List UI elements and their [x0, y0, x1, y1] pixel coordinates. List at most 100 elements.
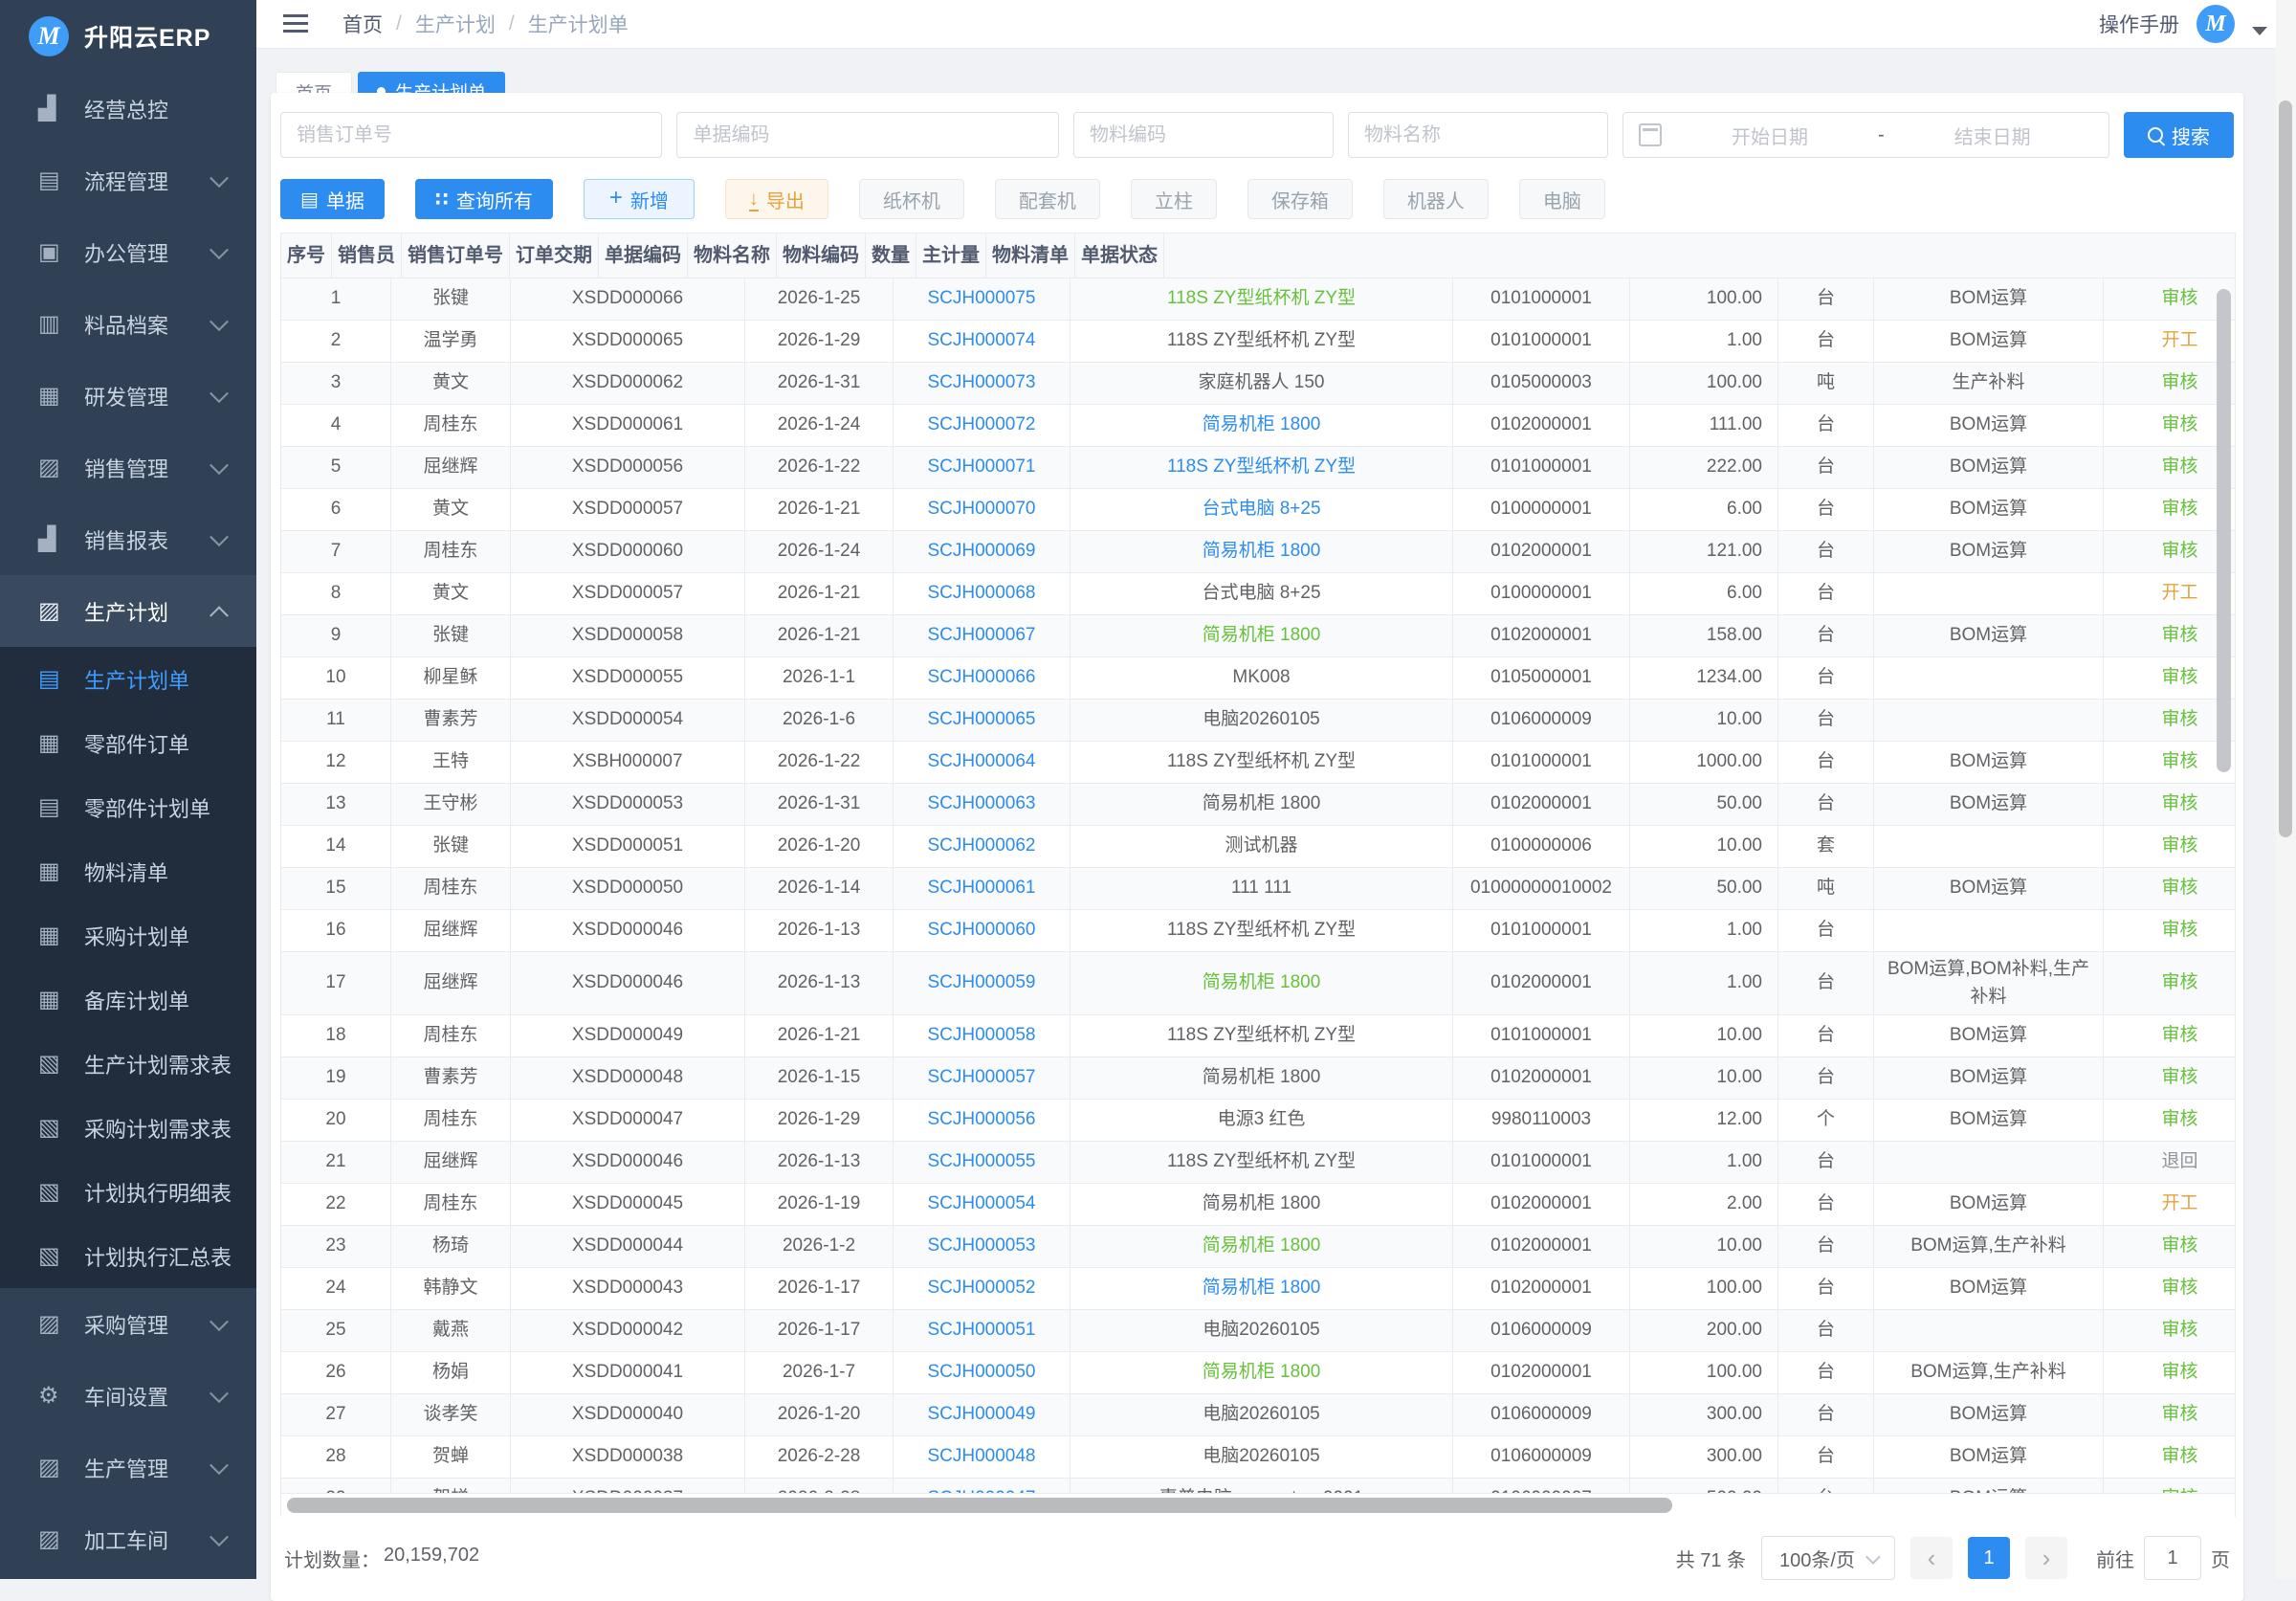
sidebar-item[interactable]: 经营总控 — [0, 73, 256, 145]
sidebar-subitem[interactable]: 备库计划单 — [0, 967, 256, 1032]
cell-material-name: 118S ZY型纸杯机 ZY型 — [1071, 447, 1453, 488]
page-size-select[interactable]: 100条/页 — [1761, 1536, 1895, 1580]
doc-code-link[interactable]: SCJH000067 — [927, 622, 1035, 650]
cell-material-name: 简易机柜 1800 — [1071, 405, 1453, 446]
table-horizontal-scrollbar-thumb[interactable] — [287, 1498, 1672, 1513]
cell-sales-order: XSDD000049 — [511, 1015, 745, 1056]
doc-code-link[interactable]: SCJH000063 — [927, 790, 1035, 818]
sidebar-item[interactable]: 办公管理 — [0, 216, 256, 288]
doc-code-link[interactable]: SCJH000072 — [927, 411, 1035, 439]
doc-code-link[interactable]: SCJH000061 — [927, 875, 1035, 902]
sidebar-item[interactable]: 采购管理 — [0, 1288, 256, 1360]
sidebar-subitem[interactable]: 采购计划单 — [0, 903, 256, 967]
doc-code-link[interactable]: SCJH000055 — [927, 1148, 1035, 1176]
current-page-button[interactable]: 1 — [1968, 1537, 2010, 1579]
doc-code-link[interactable]: SCJH000048 — [927, 1443, 1035, 1471]
toolbar-button[interactable]: 配套机 — [995, 179, 1100, 219]
doc-code-link[interactable]: SCJH000057 — [927, 1064, 1035, 1092]
toolbar-button[interactable]: 纸杯机 — [859, 179, 964, 219]
next-page-button[interactable]: › — [2025, 1537, 2067, 1579]
toolbar-button[interactable]: 电脑 — [1519, 179, 1605, 219]
sidebar-subitem[interactable]: 零部件计划单 — [0, 775, 256, 839]
toolbar-button[interactable]: 查询所有 — [415, 179, 553, 219]
manual-link[interactable]: 操作手册 — [2099, 10, 2179, 38]
avatar[interactable]: M — [2197, 5, 2235, 43]
sidebar-subitem[interactable]: 生产计划需求表 — [0, 1032, 256, 1096]
doc-code-link[interactable]: SCJH000060 — [927, 917, 1035, 945]
table-row: 24 韩静文 XSDD000043 2026-1-17 SCJH000052 简… — [281, 1268, 2236, 1310]
toolbar-button[interactable]: 立柱 — [1131, 179, 1217, 219]
doc-code-link[interactable]: SCJH000075 — [927, 285, 1035, 313]
page-scrollbar-thumb[interactable] — [2279, 100, 2292, 837]
doc-code-link[interactable]: SCJH000050 — [927, 1359, 1035, 1387]
cell-sales-order: XSDD000056 — [511, 447, 745, 488]
user-dropdown-caret-icon[interactable] — [2252, 27, 2267, 35]
sidebar-item[interactable]: 生产管理 — [0, 1432, 256, 1503]
doc-code-link[interactable]: SCJH000066 — [927, 664, 1035, 692]
doc-code-link[interactable]: SCJH000049 — [927, 1401, 1035, 1429]
cell-material-name: MK008 — [1071, 657, 1453, 699]
sidebar-item[interactable]: 加工车间 — [0, 1503, 256, 1575]
cell-index: 5 — [281, 447, 391, 488]
doc-code-link[interactable]: SCJH000071 — [927, 454, 1035, 481]
doc-code-link[interactable]: SCJH000073 — [927, 369, 1035, 397]
status-badge: 审核 — [2161, 875, 2197, 902]
doc-code-link[interactable]: SCJH000053 — [927, 1233, 1035, 1260]
doc-code-link[interactable]: SCJH000052 — [927, 1275, 1035, 1302]
prev-page-button[interactable]: ‹ — [1910, 1537, 1953, 1579]
sidebar-item[interactable]: 料品档案 — [0, 288, 256, 360]
cell-material-name: 测试机器 — [1071, 826, 1453, 867]
doc-code-link[interactable]: SCJH000070 — [927, 496, 1035, 523]
doc-code-link[interactable]: SCJH000054 — [927, 1190, 1035, 1218]
doc-code-link[interactable]: SCJH000062 — [927, 833, 1035, 860]
sidebar-subitem[interactable]: 生产计划单 — [0, 647, 256, 711]
sidebar: M 升阳云ERP 经营总控 流程管理 办公管理 — [0, 0, 256, 1579]
sidebar-subitem[interactable]: 计划执行明细表 — [0, 1160, 256, 1224]
goto-page-input[interactable] — [2144, 1536, 2201, 1580]
doc-code-link[interactable]: SCJH000056 — [927, 1106, 1035, 1134]
cell-material-code: 0102000001 — [1453, 1352, 1630, 1393]
tab-production-plan-order[interactable]: 生产计划单 — [358, 72, 505, 93]
cell-material-code: 9980110003 — [1453, 1100, 1630, 1141]
tab-home[interactable]: 首页 — [276, 72, 352, 93]
toolbar-button-label: 查询所有 — [456, 186, 533, 213]
cell-unit: 台 — [1778, 952, 1874, 1014]
search-button[interactable]: 搜索 — [2124, 112, 2234, 158]
toolbar-button[interactable]: 单据 — [280, 179, 385, 219]
sidebar-item[interactable]: 销售报表 — [0, 503, 256, 575]
sidebar-item[interactable]: 车间设置 — [0, 1360, 256, 1432]
sidebar-item[interactable]: 销售管理 — [0, 432, 256, 503]
open-book-icon — [38, 1050, 71, 1078]
collapse-sidebar-icon[interactable] — [283, 14, 308, 33]
sidebar-item-production-plan[interactable]: 生产计划 — [0, 575, 256, 647]
sidebar-subitem[interactable]: 计划执行汇总表 — [0, 1224, 256, 1288]
toolbar-button[interactable]: 新增 — [584, 179, 695, 219]
doc-code-link[interactable]: SCJH000064 — [927, 748, 1035, 776]
chevron-up-icon — [210, 606, 229, 625]
table-vertical-scrollbar-thumb[interactable] — [2217, 289, 2231, 772]
toolbar-button[interactable]: 导出 — [725, 179, 828, 219]
doc-code-link[interactable]: SCJH000058 — [927, 1022, 1035, 1050]
breadcrumb-home[interactable]: 首页 — [342, 10, 383, 38]
breadcrumb-production-plan[interactable]: 生产计划 — [415, 10, 496, 38]
doc-code-link[interactable]: SCJH000051 — [927, 1317, 1035, 1345]
doc-code-link[interactable]: SCJH000069 — [927, 538, 1035, 566]
date-range-picker[interactable]: 开始日期 - 结束日期 — [1623, 112, 2109, 158]
sidebar-subitem[interactable]: 零部件订单 — [0, 711, 256, 775]
sidebar-item[interactable]: 流程管理 — [0, 145, 256, 216]
doc-code-link[interactable]: SCJH000068 — [927, 580, 1035, 608]
cell-due-date: 2026-1-14 — [745, 868, 894, 909]
sidebar-subitem[interactable]: 物料清单 — [0, 839, 256, 903]
sidebar-subitem[interactable]: 采购计划需求表 — [0, 1096, 256, 1160]
material-code-input[interactable] — [1073, 112, 1334, 158]
sidebar-item[interactable]: 研发管理 — [0, 360, 256, 432]
doc-code-link[interactable]: SCJH000059 — [927, 969, 1035, 997]
toolbar-button[interactable]: 机器人 — [1383, 179, 1489, 219]
sales-order-input[interactable] — [280, 112, 662, 158]
doc-code-link[interactable]: SCJH000065 — [927, 706, 1035, 734]
doc-code-link[interactable]: SCJH000074 — [927, 327, 1035, 355]
material-name-input[interactable] — [1348, 112, 1608, 158]
search-button-label: 搜索 — [2172, 122, 2210, 149]
doc-code-input[interactable] — [676, 112, 1058, 158]
toolbar-button[interactable]: 保存箱 — [1247, 179, 1353, 219]
